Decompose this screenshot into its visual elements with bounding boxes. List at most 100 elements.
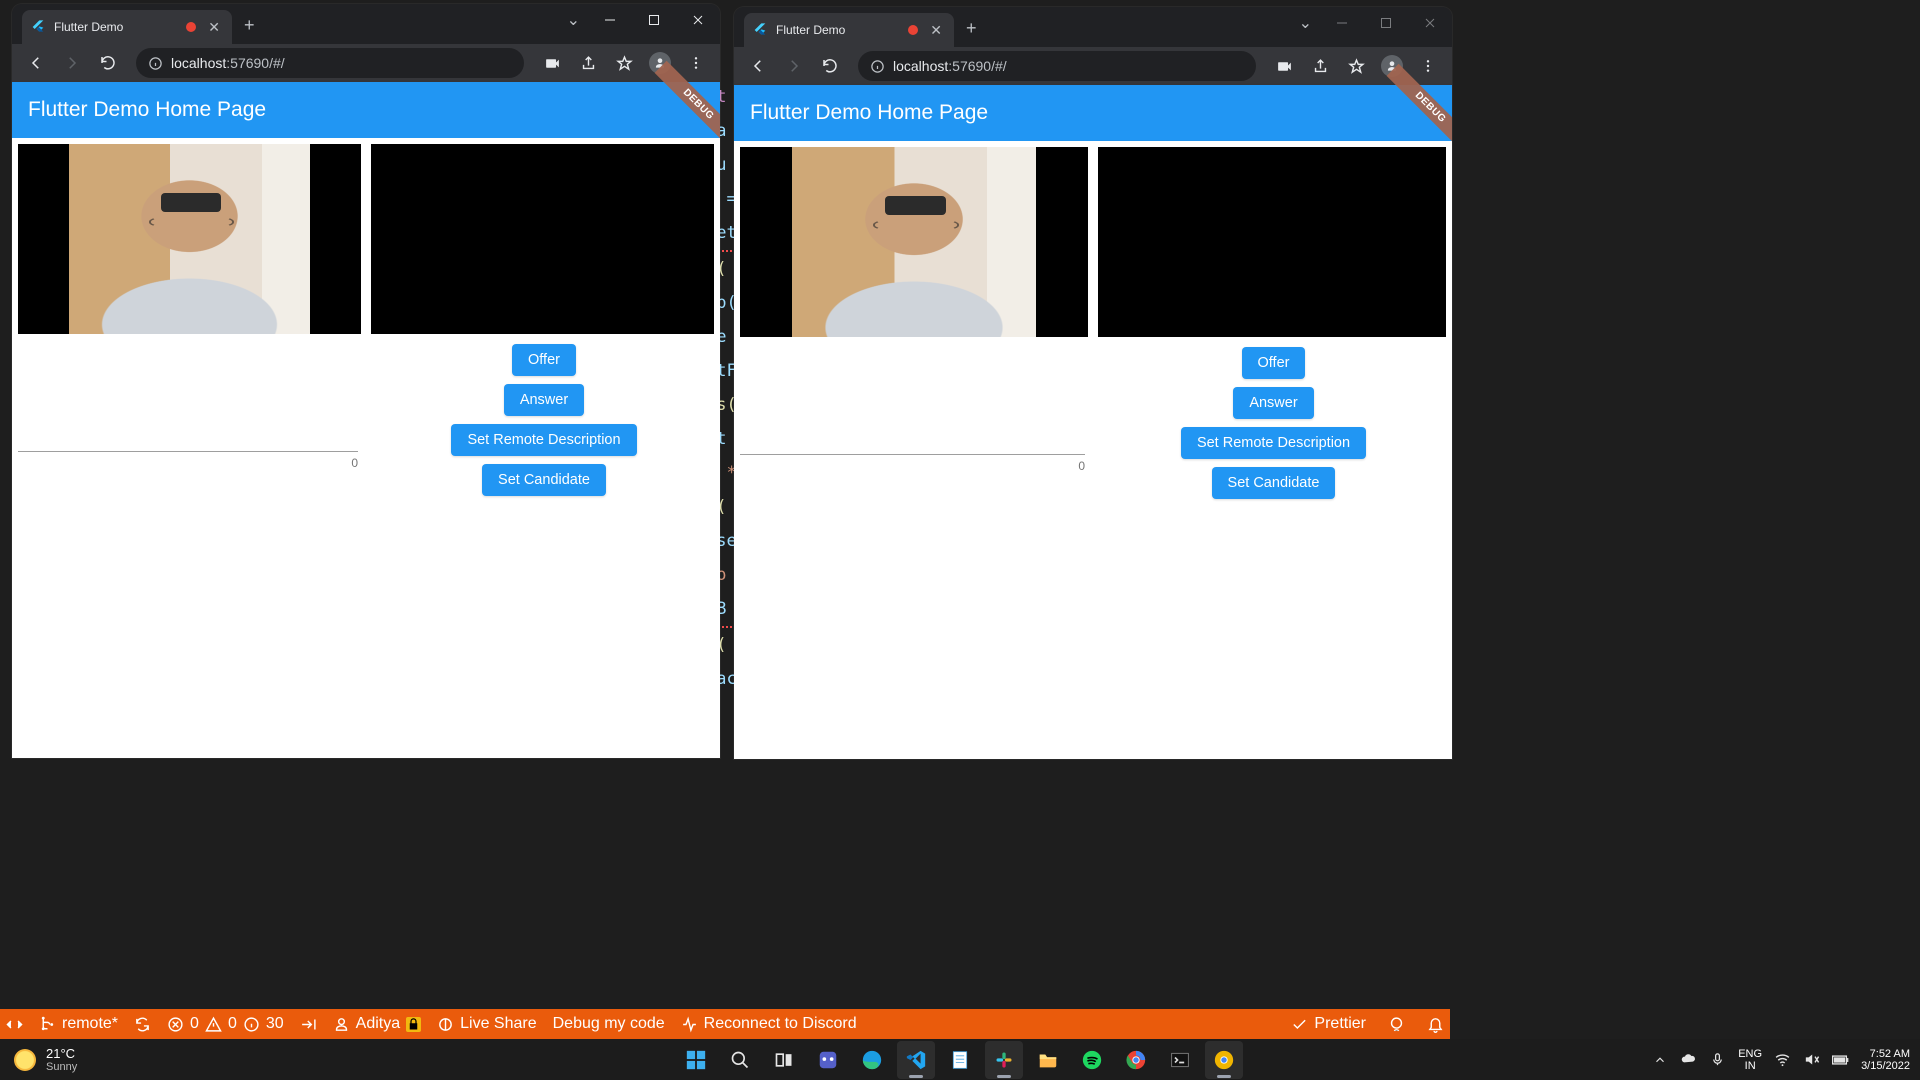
window-close-button[interactable] [676,4,720,36]
sdp-input[interactable] [740,433,1085,455]
forward-button[interactable] [56,47,88,79]
set-remote-description-button[interactable]: Set Remote Description [1181,427,1366,459]
task-view-button[interactable] [765,1041,803,1079]
window-close-button[interactable] [1408,7,1452,39]
browser-toolbar: localhost:57690/#/ [12,44,720,82]
git-branch[interactable]: remote* [39,1015,118,1033]
title-bar[interactable]: Flutter Demo ✕ + ⌄ [734,7,1452,47]
tab-close-button[interactable]: ✕ [926,23,946,37]
back-button[interactable] [742,50,774,82]
set-candidate-button[interactable]: Set Candidate [1212,467,1336,499]
bookmark-star-icon[interactable] [608,47,640,79]
live-share[interactable]: Live Share [437,1015,537,1033]
weather-cond: Sunny [46,1061,77,1073]
bookmark-star-icon[interactable] [1340,50,1372,82]
taskbar-apps [677,1041,1243,1079]
recording-indicator-icon [908,25,918,35]
char-counter: 0 [740,459,1085,473]
window-minimize-button[interactable] [1320,7,1364,39]
address-bar[interactable]: localhost:57690/#/ [858,51,1256,81]
start-button[interactable] [677,1041,715,1079]
camera-indicator-icon[interactable] [1268,50,1300,82]
weather-widget[interactable]: 21°CSunny [0,1046,91,1073]
window-maximize-button[interactable] [632,4,676,36]
vscode-status-bar[interactable]: remote* 0 0 30 Aditya Live Share Debug m… [0,1009,1450,1039]
browser-window-left: Flutter Demo ✕ + ⌄ localhost:57690/#/ [12,4,720,758]
account-indicator[interactable]: Aditya [333,1015,421,1033]
tab-dropdown-icon[interactable]: ⌄ [1299,13,1312,33]
taskbar-app-terminal[interactable] [1161,1041,1199,1079]
remote-video [371,144,714,334]
share-icon[interactable] [572,47,604,79]
offer-button[interactable]: Offer [512,344,576,376]
tab-title: Flutter Demo [776,23,845,37]
address-bar[interactable]: localhost:57690/#/ [136,48,524,78]
taskbar-app-explorer[interactable] [1029,1041,1067,1079]
microphone-icon[interactable] [1709,1051,1726,1068]
sdp-input[interactable] [18,430,358,452]
set-candidate-button[interactable]: Set Candidate [482,464,606,496]
tray-chevron-icon[interactable] [1651,1051,1668,1068]
remote-video [1098,147,1446,337]
window-maximize-button[interactable] [1364,7,1408,39]
debug-my-code[interactable]: Debug my code [553,1015,665,1033]
lock-icon [406,1017,421,1032]
local-video [740,147,1088,337]
taskbar-app-chrome-canary[interactable] [1205,1041,1243,1079]
browser-tab[interactable]: Flutter Demo ✕ [22,10,232,44]
taskbar-app-spotify[interactable] [1073,1041,1111,1079]
page-content: DEBUG Flutter Demo Home Page 0 Offer [12,82,720,758]
forward-button[interactable] [778,50,810,82]
taskbar-app-chrome[interactable] [1117,1041,1155,1079]
reload-button[interactable] [92,47,124,79]
new-tab-button[interactable]: + [966,18,977,39]
taskbar-app-edge[interactable] [853,1041,891,1079]
url-text: localhost:57690/#/ [893,58,1007,74]
sun-icon [14,1049,36,1071]
tab-dropdown-icon[interactable]: ⌄ [567,10,580,30]
battery-icon[interactable] [1832,1051,1849,1068]
taskbar-app-slack[interactable] [985,1041,1023,1079]
language-indicator[interactable]: ENGIN [1738,1048,1762,1072]
remote-indicator[interactable] [6,1016,23,1033]
browser-menu-button[interactable] [680,47,712,79]
share-icon[interactable] [1304,50,1336,82]
camera-indicator-icon[interactable] [536,47,568,79]
local-video [18,144,361,334]
title-bar[interactable]: Flutter Demo ✕ + ⌄ [12,4,720,44]
flutter-icon [30,19,46,35]
offer-button[interactable]: Offer [1242,347,1306,379]
tab-title: Flutter Demo [54,20,123,34]
tab-close-button[interactable]: ✕ [204,20,224,34]
problems-indicator[interactable]: 0 0 30 [167,1015,284,1033]
browser-window-right: Flutter Demo ✕ + ⌄ localhost:57690/#/ [734,7,1452,759]
browser-menu-button[interactable] [1412,50,1444,82]
taskbar-app-chat[interactable] [809,1041,847,1079]
taskbar-app-notepad[interactable] [941,1041,979,1079]
reload-button[interactable] [814,50,846,82]
new-tab-button[interactable]: + [244,15,255,36]
app-bar: Flutter Demo Home Page [734,85,1452,141]
volume-icon[interactable] [1803,1051,1820,1068]
browser-tab[interactable]: Flutter Demo ✕ [744,13,954,47]
back-button[interactable] [20,47,52,79]
answer-button[interactable]: Answer [1233,387,1313,419]
answer-button[interactable]: Answer [504,384,584,416]
system-tray[interactable]: ENGIN 7:52 AM3/15/2022 [1651,1048,1920,1072]
reconnect-discord[interactable]: Reconnect to Discord [681,1015,857,1033]
set-remote-description-button[interactable]: Set Remote Description [451,424,636,456]
bell-icon[interactable] [1427,1016,1444,1033]
wifi-icon[interactable] [1774,1051,1791,1068]
prettier-indicator[interactable]: Prettier [1291,1015,1366,1033]
windows-taskbar[interactable]: 21°CSunny ENGIN 7:52 AM3/15/2022 [0,1039,1920,1080]
feedback-icon[interactable] [1388,1016,1405,1033]
clock[interactable]: 7:52 AM3/15/2022 [1861,1048,1910,1072]
flutter-icon [752,22,768,38]
taskbar-app-vscode[interactable] [897,1041,935,1079]
sync-button[interactable] [134,1016,151,1033]
window-minimize-button[interactable] [588,4,632,36]
search-button[interactable] [721,1041,759,1079]
app-bar: Flutter Demo Home Page [12,82,720,138]
port-forward-icon[interactable] [300,1016,317,1033]
onedrive-icon[interactable] [1680,1051,1697,1068]
